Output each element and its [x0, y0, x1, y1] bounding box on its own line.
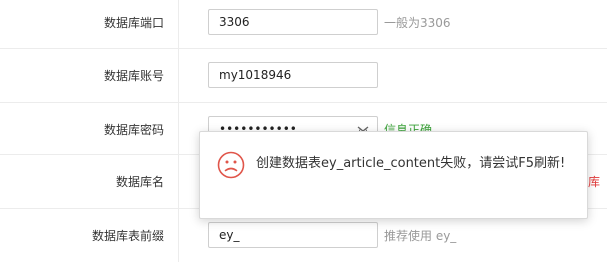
password-label: 数据库密码 — [103, 123, 164, 137]
row-divider — [178, 209, 179, 262]
row-divider — [178, 103, 179, 154]
account-label: 数据库账号 — [103, 69, 164, 83]
row-divider — [178, 0, 179, 48]
account-input[interactable]: my1018946 — [208, 62, 378, 88]
dbname-error: 库 — [588, 175, 601, 189]
row-divider — [178, 49, 179, 102]
sad-face-icon — [217, 151, 245, 179]
prefix-hint: 推荐使用 ey_ — [384, 229, 457, 243]
row-divider — [178, 155, 179, 208]
error-toast: 创建数据表ey_article_content失败，请尝试F5刷新! — [199, 131, 588, 219]
port-input[interactable]: 3306 — [208, 9, 378, 35]
dbname-label: 数据库名 — [115, 175, 164, 189]
form-row-account: 数据库账号 my1018946 — [0, 49, 607, 103]
prefix-label: 数据库表前缀 — [91, 229, 164, 243]
port-label: 数据库端口 — [103, 16, 164, 30]
port-hint: 一般为3306 — [384, 16, 451, 30]
toast-message: 创建数据表ey_article_content失败，请尝试F5刷新! — [256, 156, 566, 171]
form-row-port: 数据库端口 3306 一般为3306 — [0, 0, 607, 49]
prefix-input[interactable]: ey_ — [208, 222, 378, 248]
